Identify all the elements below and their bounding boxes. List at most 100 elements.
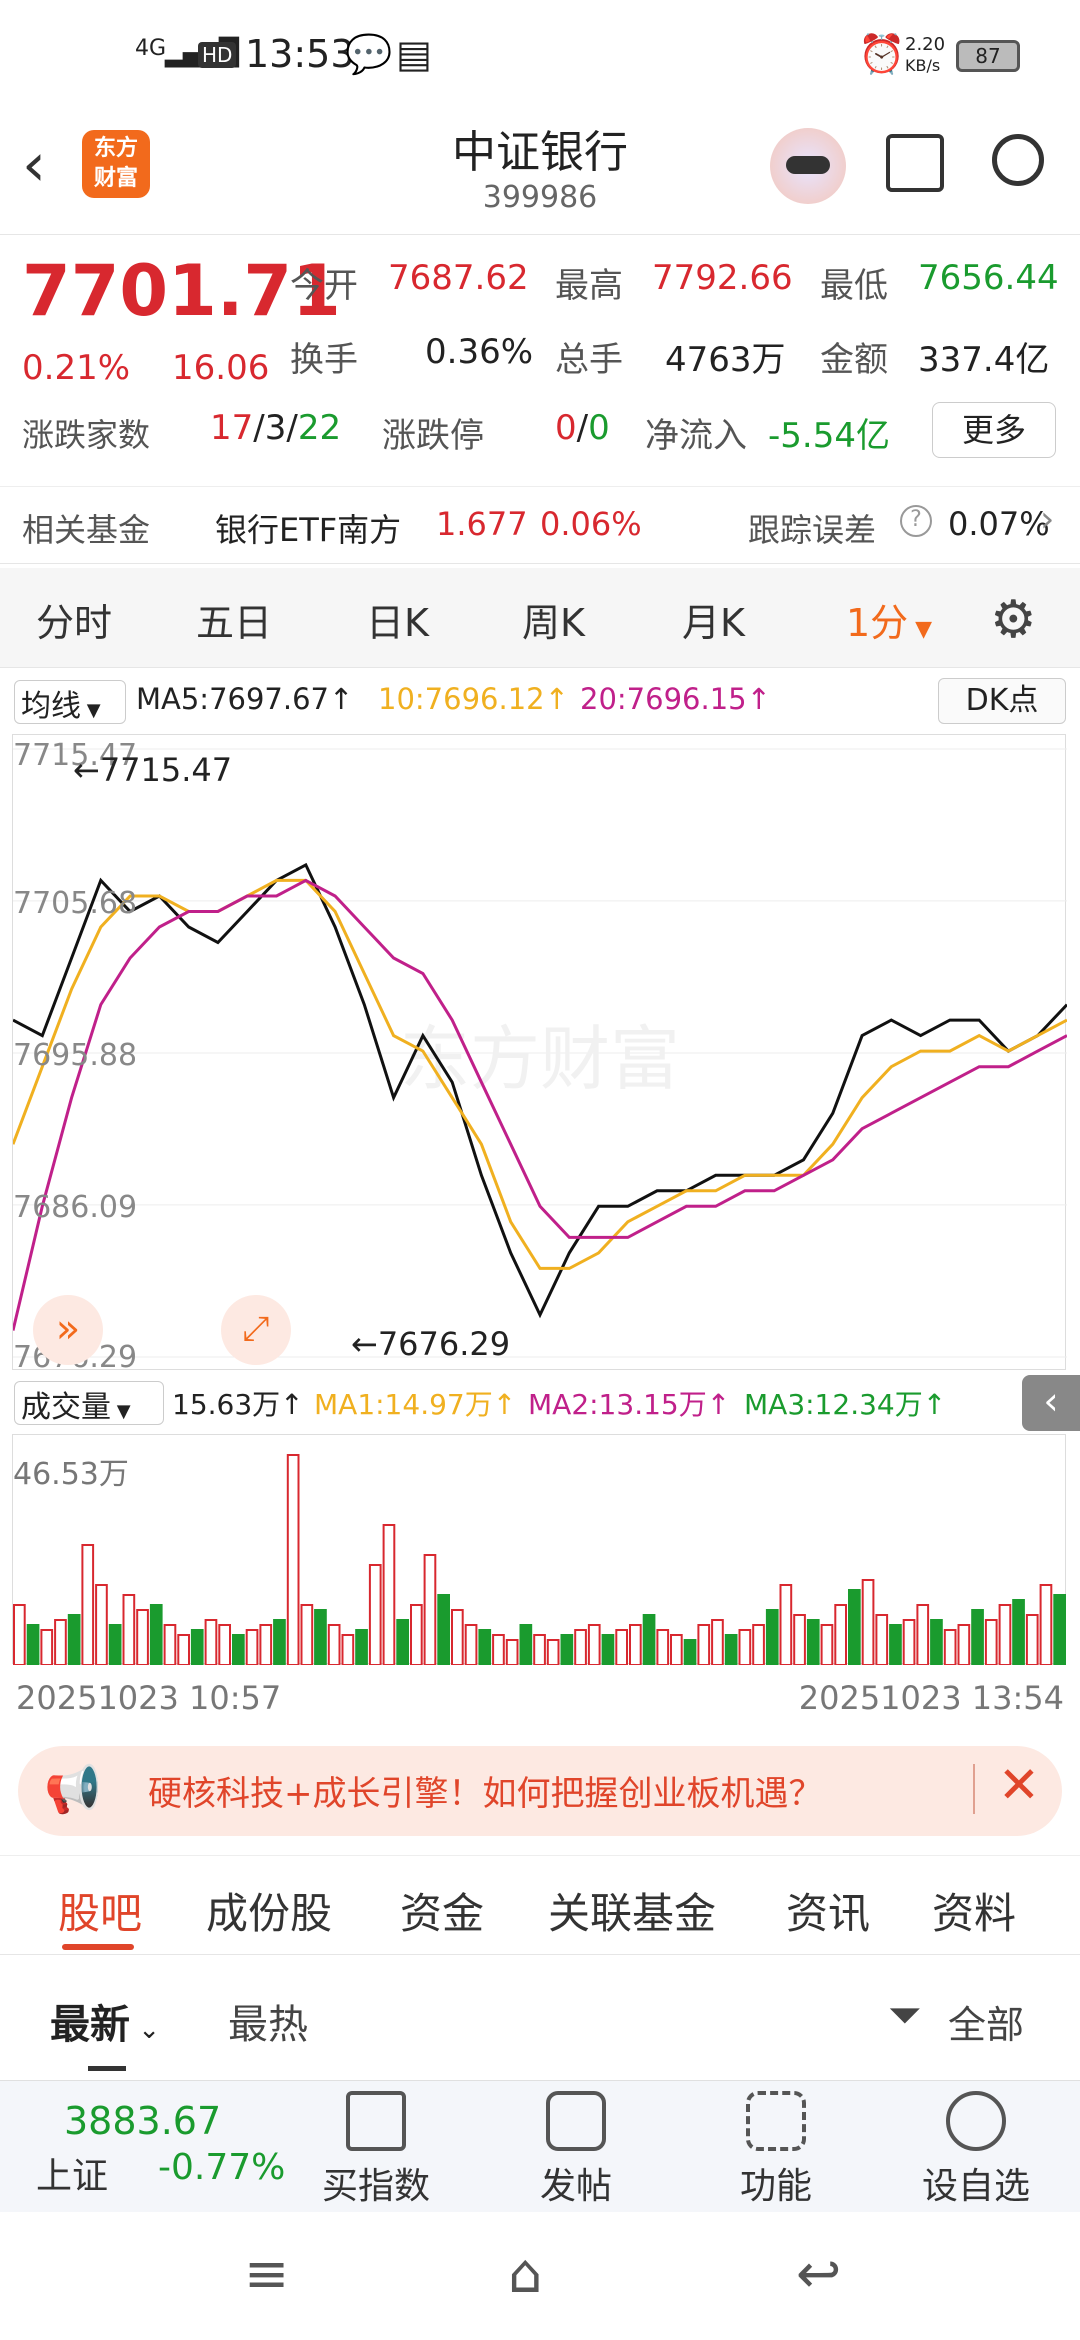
sh-index-value[interactable]: 3883.67: [64, 2099, 221, 2143]
status-bar: 4G ▂▄▆█ HD 13:53 💬 ▤ ⏰ 2.20 KB/s 87: [0, 0, 1080, 110]
tab-funds[interactable]: 资金: [400, 1880, 484, 1941]
tab-constituents[interactable]: 成份股: [206, 1880, 332, 1941]
home-icon[interactable]: ⌂: [508, 2242, 542, 2305]
volume-bar: [861, 1579, 875, 1666]
volume-bar: [902, 1619, 916, 1666]
y-tick-label: 7686.09: [13, 1190, 137, 1225]
tab-monthly-k[interactable]: 月K: [682, 592, 745, 647]
kline-chart[interactable]: 东方财富7715.477705.687695.887686.097676.29←…: [11, 734, 1069, 1375]
sh-index-name[interactable]: 上证: [36, 2147, 108, 2199]
volume-bar: [177, 1634, 191, 1666]
updown-counts: 17/3/22: [210, 408, 342, 448]
sh-index-pct[interactable]: -0.77%: [158, 2147, 285, 2188]
content-tabs: 股吧 成份股 资金 关联基金 资讯 资料: [0, 1855, 1080, 1955]
volume-bar: [122, 1594, 136, 1666]
battery-icon: 87: [956, 40, 1020, 72]
tab-weekly-k[interactable]: 周K: [522, 592, 585, 647]
collapse-icon[interactable]: ‹: [1022, 1375, 1080, 1431]
volume-value: 4763万: [665, 340, 786, 380]
chart-icon: [346, 2091, 406, 2151]
menu-icon[interactable]: ≡: [244, 2242, 289, 2305]
tab-1min[interactable]: 1分 ▼: [846, 592, 932, 647]
message-icon: 💬: [345, 32, 393, 76]
volume-bar: [1053, 1594, 1067, 1666]
add-favorite-button[interactable]: 设自选: [896, 2091, 1056, 2209]
alarm-icon: ⏰: [858, 32, 906, 76]
volume-bar: [108, 1624, 122, 1666]
sort-latest[interactable]: 最新 ⌄: [50, 1992, 160, 2050]
gear-icon[interactable]: ⚙: [990, 590, 1037, 650]
volume-bar: [26, 1624, 40, 1666]
volume-chart[interactable]: 46.53万: [12, 1434, 1067, 1666]
volume-bar: [971, 1609, 984, 1666]
volume-legend: 成交量 ▼ 15.63万↑ MA1:14.97万↑ MA2:13.15万↑ MA…: [0, 1373, 1080, 1433]
functions-button[interactable]: 功能: [696, 2091, 856, 2209]
volume-select[interactable]: 成交量 ▼: [14, 1381, 164, 1425]
low-annotation: ←7676.29: [351, 1325, 510, 1363]
fund-pct: 0.06%: [540, 505, 642, 543]
open-value: 7687.62: [388, 258, 529, 298]
volume-bar: [984, 1619, 998, 1666]
volume-bar: [957, 1624, 971, 1666]
volume-bar: [697, 1624, 711, 1666]
fullscreen-icon[interactable]: ⤢: [221, 1295, 291, 1365]
bottom-toolbar: 3883.67 上证 -0.77% 买指数 发帖 功能 设自选: [0, 2080, 1080, 2212]
ma-select[interactable]: 均线 ▼: [14, 680, 126, 724]
volume-bar: [738, 1629, 752, 1666]
volume-bar: [642, 1614, 656, 1666]
share-icon[interactable]: [886, 134, 944, 192]
close-icon[interactable]: ✕: [998, 1756, 1040, 1814]
amount-label: 金额: [820, 340, 888, 380]
tab-daily-k[interactable]: 日K: [366, 592, 429, 647]
related-fund-row[interactable]: 相关基金 银行ETF南方 1.677 0.06% 跟踪误差 ? 0.07% ›: [0, 486, 1080, 564]
volume-bar: [793, 1614, 806, 1666]
end-time: 20251023 13:54: [798, 1679, 1064, 1717]
volume-ma1: MA1:14.97万↑: [314, 1388, 517, 1421]
volume-bar: [752, 1624, 765, 1666]
tab-profile[interactable]: 资料: [932, 1880, 1016, 1941]
volume-bar: [355, 1629, 368, 1666]
tab-intraday[interactable]: 分时: [36, 592, 112, 647]
tab-news[interactable]: 资讯: [786, 1880, 870, 1941]
search-icon[interactable]: [992, 134, 1044, 186]
volume-max-label: 46.53万: [13, 1457, 129, 1492]
turnover-label: 换手: [290, 340, 358, 380]
buy-index-button[interactable]: 买指数: [296, 2091, 456, 2209]
volume-bar: [423, 1554, 437, 1666]
tab-related-funds[interactable]: 关联基金: [548, 1880, 716, 1941]
volume-bar: [587, 1624, 601, 1666]
expand-right-icon[interactable]: »: [33, 1295, 103, 1365]
promo-banner[interactable]: 📢 硬核科技+成长引擎！如何把握创业板机遇？ ✕: [18, 1746, 1062, 1836]
promo-text: 硬核科技+成长引擎！如何把握创业板机遇？: [148, 1774, 823, 1814]
assistant-avatar[interactable]: [770, 128, 846, 204]
y-tick-label: 7705.68: [13, 886, 137, 921]
card-icon: ▤: [396, 32, 432, 76]
back-nav-icon[interactable]: ↩: [796, 2242, 841, 2305]
tab-five-day[interactable]: 五日: [196, 592, 272, 647]
more-button[interactable]: 更多: [932, 402, 1056, 458]
grid-icon: [746, 2091, 806, 2151]
tab-guba[interactable]: 股吧: [58, 1880, 142, 1941]
sort-indicator: [88, 2066, 126, 2071]
edit-icon: [546, 2091, 606, 2151]
sort-hot[interactable]: 最热: [228, 1992, 308, 2050]
app-header: ‹ 东方 财富 中证银行 399986: [0, 110, 1080, 235]
netflow-value: -5.54亿: [768, 416, 890, 456]
help-icon[interactable]: ?: [900, 505, 932, 537]
quote-panel: 7701.71 0.21% 16.06 今开 7687.62 最高 7792.6…: [0, 240, 1080, 470]
filter-all[interactable]: 全部: [948, 1994, 1024, 2049]
volume-bar: [54, 1619, 67, 1666]
volume-bar: [492, 1634, 505, 1666]
tab-indicator: [62, 1944, 134, 1950]
volume-bar: [259, 1624, 273, 1666]
dk-point-button[interactable]: DK点: [938, 678, 1066, 724]
volume-bar: [930, 1619, 943, 1666]
volume-bar: [834, 1604, 847, 1666]
more-dots-icon: [946, 2091, 1006, 2151]
post-button[interactable]: 发帖: [496, 2091, 656, 2209]
volume-bar: [136, 1609, 149, 1666]
status-time: 13:53: [245, 32, 355, 76]
filter-icon[interactable]: ⏷: [888, 1990, 922, 2040]
volume-bar: [1012, 1599, 1025, 1666]
ma-legend: 均线 ▼ MA5:7697.67↑ 10:7696.12↑ 20:7696.15…: [0, 672, 1080, 732]
